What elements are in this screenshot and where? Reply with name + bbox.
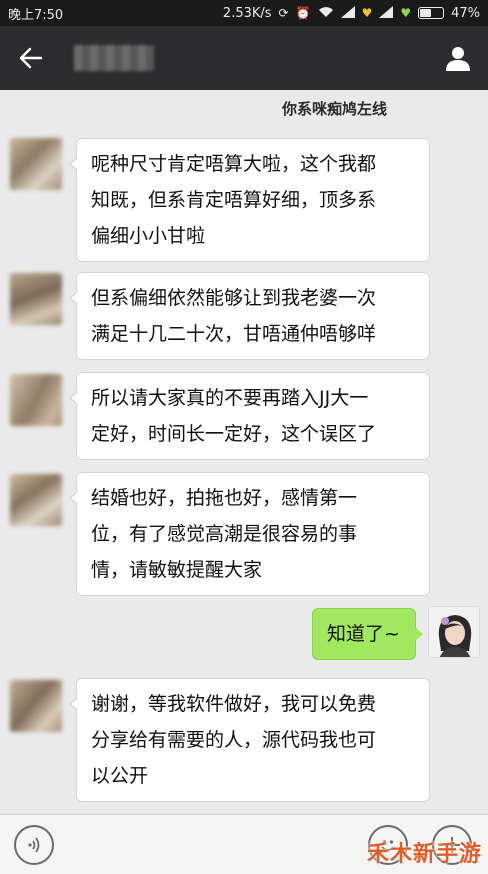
person-icon bbox=[446, 47, 470, 71]
message-line: 偏细小小甘啦 bbox=[91, 225, 206, 247]
message-line: 所以请大家真的不要再踏入JJ大一 bbox=[91, 387, 369, 409]
message-line: 结婚也好，拍拖也好，感情第一 bbox=[91, 487, 358, 509]
message-line: 但系偏细依然能够让到我老婆一次 bbox=[91, 287, 377, 309]
input-bar: 禾木新手游 bbox=[0, 814, 488, 874]
heart-icon: ♥ bbox=[361, 6, 373, 20]
user-avatar[interactable] bbox=[428, 606, 480, 658]
battery-percent: 47% bbox=[451, 5, 480, 21]
profile-button[interactable] bbox=[428, 26, 488, 90]
arrow-left-icon bbox=[19, 47, 43, 69]
chat-area[interactable]: 你系咪痴鸠左线 呢种尺寸肯定唔算大啦，这个我都 知既，但系肯定唔算好细，顶多系 … bbox=[0, 90, 488, 814]
title-bar bbox=[0, 26, 488, 90]
message-line: 谢谢，等我软件做好，我可以免费 bbox=[91, 693, 377, 715]
message-line: 知既，但系肯定唔算好细，顶多系 bbox=[91, 189, 377, 211]
voice-icon bbox=[28, 837, 40, 853]
sent-message-bubble[interactable]: 知道了~ bbox=[312, 608, 423, 660]
status-bar: 晚上7:50 2.53K/s ⟳ ⏰ ♥ ♥ 47% bbox=[0, 0, 488, 26]
alarm-off-icon: ⏰ bbox=[295, 6, 311, 20]
status-time: 晚上7:50 bbox=[8, 7, 64, 23]
wifi-icon bbox=[318, 6, 334, 20]
voice-button[interactable] bbox=[14, 825, 54, 865]
message-bubble[interactable]: 呢种尺寸肯定唔算大啦，这个我都 知既，但系肯定唔算好细，顶多系 偏细小小甘啦 bbox=[69, 138, 430, 262]
battery-icon bbox=[418, 7, 445, 19]
message-line: 以公开 bbox=[91, 765, 149, 787]
message-bubble[interactable]: 所以请大家真的不要再踏入JJ大一 定好，时间长一定好，这个误区了 bbox=[69, 372, 430, 460]
message-line: 呢种尺寸肯定唔算大啦，这个我都 bbox=[91, 153, 377, 175]
avatar-photo bbox=[429, 607, 479, 657]
image-caption: 你系咪痴鸠左线 bbox=[282, 100, 388, 118]
message-line: 知道了~ bbox=[327, 623, 400, 645]
sync-icon: ⟳ bbox=[278, 6, 289, 20]
heart-icon: ♥ bbox=[400, 6, 412, 20]
message-line: 情，请敏敏提醒大家 bbox=[91, 559, 263, 581]
contact-avatar[interactable] bbox=[10, 138, 62, 190]
chat-title-redacted bbox=[74, 45, 154, 71]
contact-avatar[interactable] bbox=[10, 374, 62, 426]
back-button[interactable] bbox=[0, 26, 62, 90]
message-bubble[interactable]: 谢谢，等我软件做好，我可以免费 分享给有需要的人，源代码我也可 以公开 bbox=[69, 678, 430, 802]
message-line: 定好，时间长一定好，这个误区了 bbox=[91, 423, 377, 445]
contact-avatar[interactable] bbox=[10, 474, 62, 526]
signal-icon bbox=[340, 6, 355, 20]
message-line: 分享给有需要的人，源代码我也可 bbox=[91, 729, 377, 751]
message-bubble[interactable]: 结婚也好，拍拖也好，感情第一 位，有了感觉高潮是很容易的事 情，请敏敏提醒大家 bbox=[69, 472, 430, 596]
message-bubble[interactable]: 但系偏细依然能够让到我老婆一次 满足十几二十次，甘唔通仲唔够咩 bbox=[69, 272, 430, 360]
message-line: 位，有了感觉高潮是很容易的事 bbox=[91, 523, 358, 545]
signal-icon bbox=[379, 6, 394, 20]
message-line: 满足十几二十次，甘唔通仲唔够咩 bbox=[91, 323, 377, 345]
network-speed: 2.53K/s bbox=[222, 5, 272, 21]
battery-level bbox=[420, 9, 432, 17]
contact-avatar[interactable] bbox=[10, 680, 62, 732]
contact-avatar[interactable] bbox=[10, 273, 62, 325]
watermark-logo: 禾木新手游 bbox=[366, 842, 482, 867]
